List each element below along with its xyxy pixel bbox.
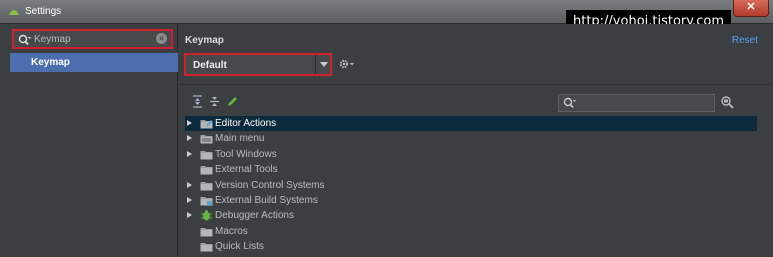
tree-row-tool-windows[interactable]: Tool Windows (185, 147, 757, 162)
search-icon (18, 34, 31, 46)
expand-all-icon[interactable] (191, 95, 204, 108)
tree-row-macros[interactable]: Macros (185, 224, 757, 239)
tree-row-external-tools[interactable]: External Tools (185, 162, 757, 177)
tree-row-main-menu[interactable]: Main menu (185, 131, 757, 146)
collapse-all-icon[interactable] (208, 95, 221, 108)
expand-arrow-icon[interactable] (187, 120, 192, 126)
expand-arrow-icon[interactable] (187, 150, 192, 157)
gear-icon[interactable] (339, 59, 355, 69)
find-by-shortcut-icon[interactable] (720, 95, 736, 109)
tree-row-label: External Tools (215, 164, 278, 176)
tree-row-label: Tool Windows (215, 148, 277, 160)
settings-search-input[interactable]: Keymap × (12, 29, 173, 49)
action-filter-input[interactable] (558, 94, 715, 112)
folder-icon (200, 241, 213, 252)
divider (179, 84, 773, 85)
close-button[interactable]: ✕ (733, 0, 769, 17)
expand-arrow-icon[interactable] (187, 181, 192, 188)
tree-row-editor-actions[interactable]: Editor Actions (185, 116, 757, 132)
expand-arrow-icon[interactable] (187, 135, 192, 142)
debugger-icon (200, 210, 213, 221)
tree-row-quick-lists[interactable]: Quick Lists (185, 239, 757, 254)
tree-row-label: External Build Systems (215, 194, 318, 206)
external-build-icon (200, 195, 213, 206)
tree-row-label: Editor Actions (215, 118, 277, 129)
keymap-scheme-value: Default (193, 60, 227, 71)
folder-icon (200, 164, 213, 175)
tree-row-debugger-actions[interactable]: Debugger Actions (185, 208, 757, 223)
folder-icon (200, 226, 213, 237)
sidebar-item-keymap[interactable]: Keymap (10, 53, 178, 72)
keymap-panel: Keymap Reset Default Editor Actions Main… (179, 24, 773, 257)
keymap-action-tree: Editor Actions Main menu Tool Windows Exter… (185, 116, 757, 255)
tree-row-label: Debugger Actions (215, 210, 294, 222)
settings-search-value: Keymap (34, 34, 71, 45)
chevron-down-icon (320, 62, 328, 67)
editor-actions-icon (200, 118, 213, 129)
folder-icon (200, 180, 213, 191)
page-title: Keymap (185, 35, 224, 46)
tree-row-label: Quick Lists (215, 241, 264, 253)
android-studio-icon (9, 10, 19, 15)
folder-icon (200, 149, 213, 160)
clear-search-icon[interactable]: × (156, 33, 167, 44)
keymap-scheme-dropdown[interactable]: Default (184, 53, 332, 76)
tree-row-external-build-systems[interactable]: External Build Systems (185, 193, 757, 208)
tree-row-version-control-systems[interactable]: Version Control Systems (185, 178, 757, 193)
dropdown-arrow[interactable] (315, 55, 330, 74)
settings-sidebar: Keymap × Keymap (7, 24, 178, 257)
main-menu-icon (200, 133, 213, 144)
tree-row-label: Macros (215, 225, 248, 237)
expand-arrow-icon[interactable] (187, 196, 192, 203)
edit-pencil-icon[interactable] (226, 95, 239, 108)
tree-row-label: Version Control Systems (215, 179, 325, 191)
reset-link[interactable]: Reset (732, 35, 758, 46)
window-title: Settings (25, 6, 62, 17)
expand-arrow-icon[interactable] (187, 212, 192, 219)
search-icon (563, 97, 576, 109)
tree-row-label: Main menu (215, 133, 265, 145)
